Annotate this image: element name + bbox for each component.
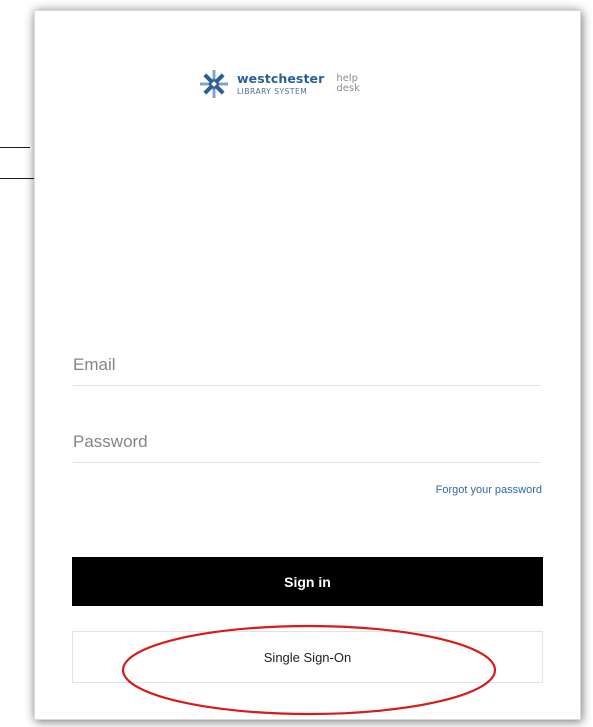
sign-in-button[interactable]: Sign in [72,557,543,606]
forgot-password-link[interactable]: Forgot your password [436,484,542,496]
background-divider [0,178,37,179]
logo-subtitle: LIBRARY SYSTEM [237,86,308,96]
login-card: westchester LIBRARY SYSTEM help desk For… [34,10,581,720]
email-field[interactable] [73,345,541,385]
email-field-wrapper [73,345,541,386]
logo-desk-line: desk [336,83,360,94]
password-field[interactable] [73,422,541,462]
page: westchester LIBRARY SYSTEM help desk For… [0,0,593,727]
logo-star-icon [200,70,228,98]
background-divider [0,147,30,148]
logo-name: westchester [237,71,325,86]
password-field-wrapper [73,422,541,463]
single-sign-on-button[interactable]: Single Sign-On [72,631,543,683]
westchester-library-logo: westchester LIBRARY SYSTEM help desk [199,67,360,101]
logo-help-desk: help desk [336,73,360,95]
